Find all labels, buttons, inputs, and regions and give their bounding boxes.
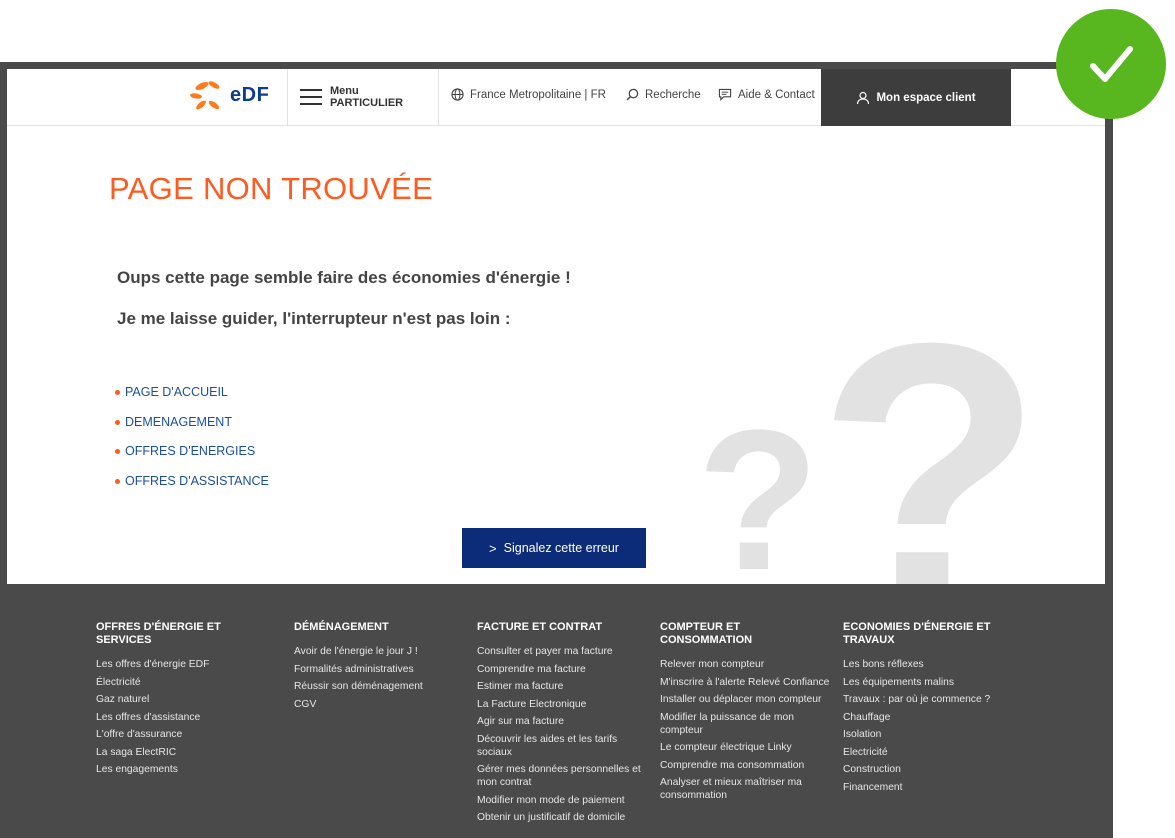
logo-text: eDF bbox=[230, 83, 270, 106]
footer-link[interactable]: La saga ElectRIC bbox=[96, 746, 271, 759]
suggested-links: PAGE D'ACCUEIL DEMENAGEMENT OFFRES D'ENE… bbox=[115, 385, 269, 503]
footer-column-billing: FACTURE ET CONTRAT Consulter et payer ma… bbox=[477, 621, 652, 829]
footer-link[interactable]: Gérer mes données personnelles et mon co… bbox=[477, 763, 652, 789]
user-icon bbox=[857, 91, 870, 104]
footer-link[interactable]: L'offre d'assurance bbox=[96, 728, 271, 741]
link-moving[interactable]: DEMENAGEMENT bbox=[115, 415, 269, 445]
customer-account-button[interactable]: Mon espace client bbox=[821, 69, 1011, 126]
footer-link[interactable]: Modifier la puissance de mon compteur bbox=[660, 711, 835, 737]
success-check-badge bbox=[1056, 9, 1166, 119]
footer-link[interactable]: Électricité bbox=[96, 676, 271, 689]
footer-column-moving: DÉMÉNAGEMENT Avoir de l'énergie le jour … bbox=[294, 621, 469, 715]
hamburger-icon bbox=[300, 89, 322, 105]
lead-message: Oups cette page semble faire des économi… bbox=[117, 268, 571, 287]
footer-column-title[interactable]: FACTURE ET CONTRAT bbox=[477, 621, 652, 634]
site-footer: OFFRES D'ÉNERGIE ET SERVICES Les offres … bbox=[7, 584, 1105, 838]
site-header: eDF Menu PARTICULIER France Metropolitai… bbox=[7, 69, 1105, 126]
footer-link[interactable]: Comprendre ma consommation bbox=[660, 759, 835, 772]
menu-label: Menu bbox=[330, 85, 359, 97]
report-error-button[interactable]: > Signalez cette erreur bbox=[462, 528, 646, 568]
footer-link[interactable]: Les bons réflexes bbox=[843, 658, 1018, 671]
chat-icon bbox=[718, 88, 732, 101]
footer-link[interactable]: Réussir son déménagement bbox=[294, 680, 469, 693]
footer-column-energy-savings: ECONOMIES D'ÉNERGIE ET TRAVAUX Les bons … bbox=[843, 621, 1018, 798]
footer-link[interactable]: Estimer ma facture bbox=[477, 680, 652, 693]
globe-icon bbox=[451, 88, 464, 101]
footer-link[interactable]: Agir sur ma facture bbox=[477, 715, 652, 728]
footer-link[interactable]: Les offres d'assistance bbox=[96, 711, 271, 724]
footer-link[interactable]: Le compteur électrique Linky bbox=[660, 741, 835, 754]
account-label: Mon espace client bbox=[876, 91, 976, 104]
footer-link[interactable]: Découvrir les aides et les tarifs sociau… bbox=[477, 733, 652, 759]
header-divider bbox=[287, 69, 288, 126]
footer-column-title[interactable]: DÉMÉNAGEMENT bbox=[294, 621, 469, 634]
footer-link[interactable]: Comprendre ma facture bbox=[477, 663, 652, 676]
link-home[interactable]: PAGE D'ACCUEIL bbox=[115, 385, 269, 415]
lead-message: Je me laisse guider, l'interrupteur n'es… bbox=[117, 309, 511, 328]
link-energy-offers[interactable]: OFFRES D'ENERGIES bbox=[115, 444, 269, 474]
edf-sun-icon bbox=[190, 81, 220, 110]
menu-button[interactable]: Menu PARTICULIER bbox=[300, 81, 430, 113]
link-assistance-offers[interactable]: OFFRES D'ASSISTANCE bbox=[115, 474, 269, 504]
footer-link[interactable]: M'inscrire à l'alerte Relevé Confiance bbox=[660, 676, 835, 689]
footer-link[interactable]: Financement bbox=[843, 781, 1018, 794]
region-label: France Metropolitaine | FR bbox=[470, 88, 606, 101]
menu-sublabel: PARTICULIER bbox=[330, 97, 404, 109]
search-icon bbox=[626, 88, 639, 101]
footer-column-title[interactable]: ECONOMIES D'ÉNERGIE ET TRAVAUX bbox=[843, 621, 1018, 647]
region-selector[interactable]: France Metropolitaine | FR bbox=[451, 88, 606, 101]
footer-link[interactable]: Les engagements bbox=[96, 763, 271, 776]
footer-link[interactable]: Consulter et payer ma facture bbox=[477, 645, 652, 658]
footer-link[interactable]: Construction bbox=[843, 763, 1018, 776]
footer-link[interactable]: Analyser et mieux maîtriser ma consommat… bbox=[660, 776, 835, 802]
edf-logo[interactable]: eDF bbox=[190, 80, 272, 110]
search-link[interactable]: Recherche bbox=[626, 88, 701, 101]
footer-link[interactable]: Gaz naturel bbox=[96, 693, 271, 706]
footer-link[interactable]: Avoir de l'énergie le jour J ! bbox=[294, 645, 469, 658]
question-mark-graphic: ? bbox=[697, 389, 820, 612]
footer-column-title[interactable]: COMPTEUR ET CONSOMMATION bbox=[660, 621, 835, 647]
footer-link[interactable]: Electricité bbox=[843, 746, 1018, 759]
footer-link[interactable]: Relever mon compteur bbox=[660, 658, 835, 671]
footer-link[interactable]: Modifier mon mode de paiement bbox=[477, 794, 652, 807]
footer-link[interactable]: CGV bbox=[294, 698, 469, 711]
help-contact-link[interactable]: Aide & Contact bbox=[718, 88, 815, 101]
bullet-icon bbox=[115, 449, 120, 454]
header-divider bbox=[438, 69, 439, 126]
footer-link[interactable]: Isolation bbox=[843, 728, 1018, 741]
footer-column-meter: COMPTEUR ET CONSOMMATION Relever mon com… bbox=[660, 621, 835, 807]
bullet-icon bbox=[115, 419, 120, 425]
footer-link[interactable]: Les équipements malins bbox=[843, 676, 1018, 689]
footer-column-title[interactable]: OFFRES D'ÉNERGIE ET SERVICES bbox=[96, 621, 271, 647]
page-viewport: eDF Menu PARTICULIER France Metropolitai… bbox=[7, 69, 1105, 838]
report-error-label: Signalez cette erreur bbox=[503, 541, 619, 555]
footer-link[interactable]: Formalités administratives bbox=[294, 663, 469, 676]
footer-link[interactable]: Chauffage bbox=[843, 711, 1018, 724]
footer-link[interactable]: Travaux : par où je commence ? bbox=[843, 693, 1018, 706]
help-label: Aide & Contact bbox=[738, 88, 815, 101]
checkmark-icon bbox=[1090, 46, 1133, 82]
footer-link[interactable]: Installer ou déplacer mon compteur bbox=[660, 693, 835, 706]
footer-link[interactable]: Les offres d'énergie EDF bbox=[96, 658, 271, 671]
footer-column-energy-offers: OFFRES D'ÉNERGIE ET SERVICES Les offres … bbox=[96, 621, 271, 781]
page-title: PAGE NON TROUVÉE bbox=[109, 171, 434, 206]
bullet-icon bbox=[115, 390, 120, 395]
footer-link[interactable]: Obtenir un justificatif de domicile bbox=[477, 811, 652, 824]
search-label: Recherche bbox=[645, 88, 701, 101]
menu-label-group: Menu PARTICULIER bbox=[330, 85, 403, 109]
bullet-icon bbox=[115, 478, 120, 484]
chevron-right-icon: > bbox=[489, 540, 497, 556]
footer-link[interactable]: La Facture Electronique bbox=[477, 698, 652, 711]
screenshot-stage: eDF Menu PARTICULIER France Metropolitai… bbox=[0, 0, 1175, 838]
